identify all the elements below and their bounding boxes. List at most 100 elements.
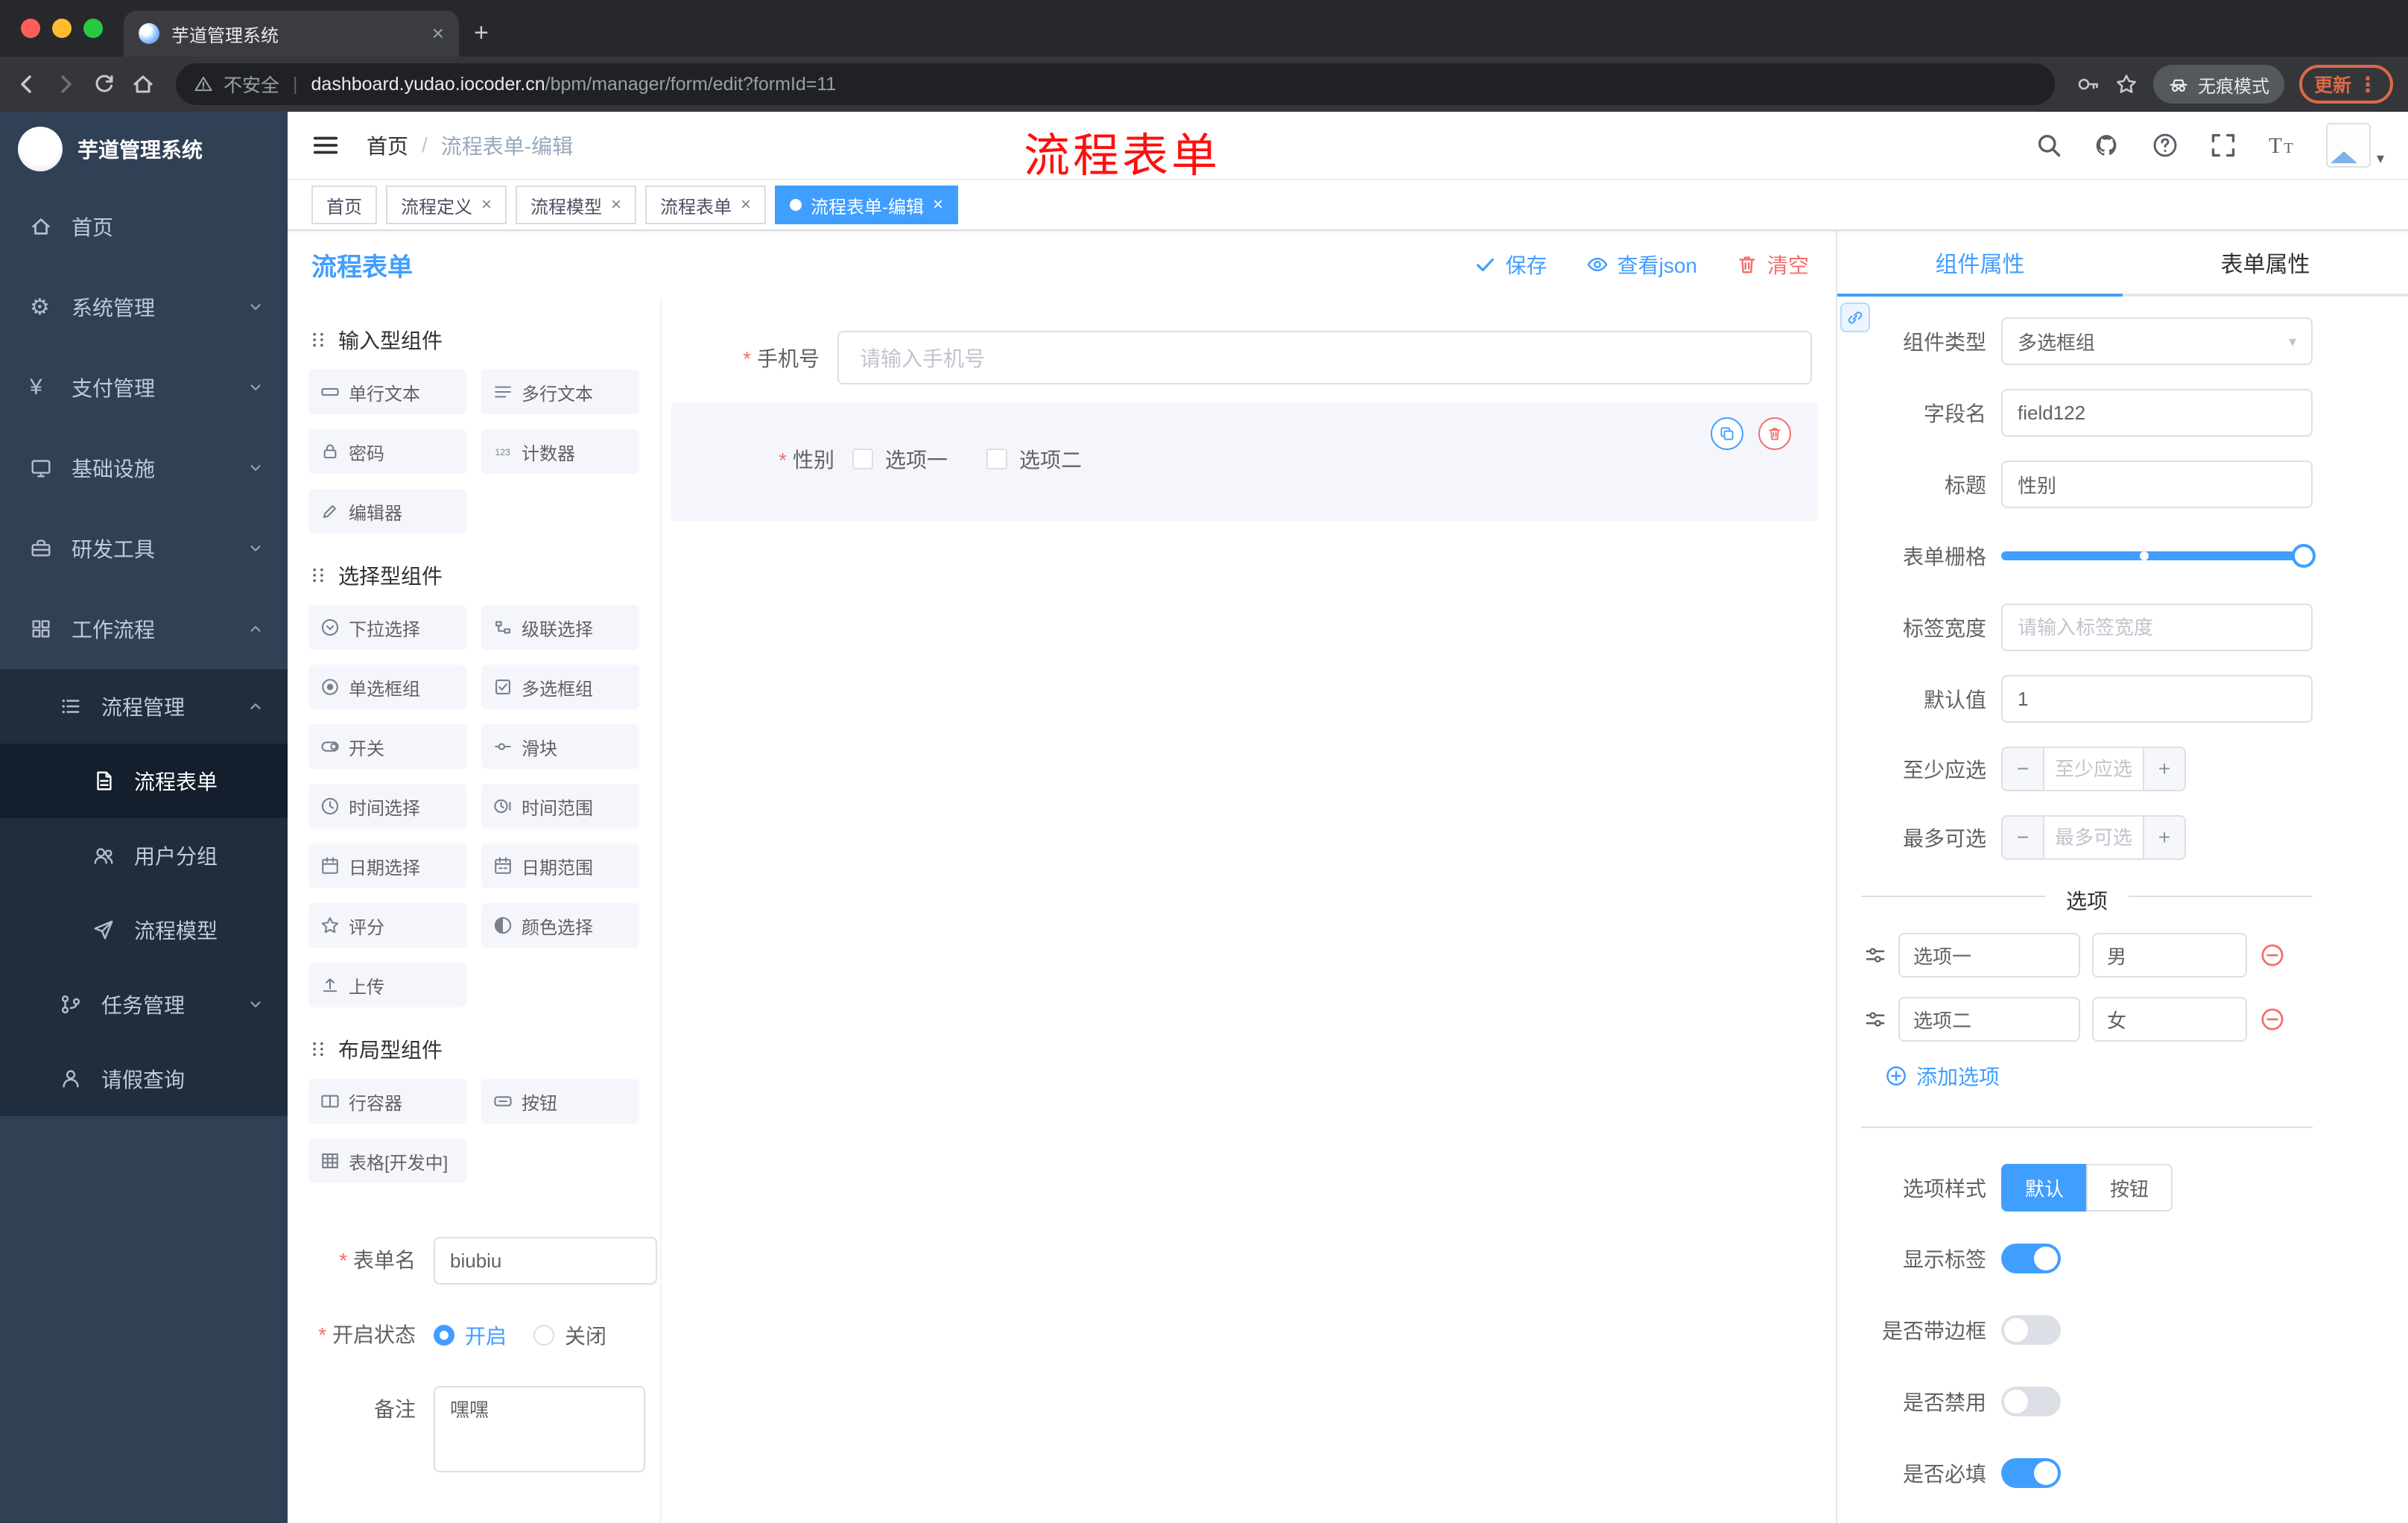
browser-menu-icon[interactable]: ⋮ [2357,72,2378,97]
style-button-button[interactable]: 按钮 [2086,1164,2173,1212]
palette-item-switch[interactable]: 开关 [308,724,466,769]
form-widget-phone[interactable]: 手机号 请输入手机号 [671,328,1818,387]
back-icon[interactable] [15,72,39,96]
window-controls[interactable] [0,19,124,38]
increase-button[interactable]: + [2143,815,2186,860]
default-value-input[interactable] [2001,675,2313,723]
sidebar-item-user-group[interactable]: 用户分组 [0,818,288,893]
forward-icon[interactable] [54,72,77,96]
close-tag-icon[interactable]: × [741,194,751,215]
palette-item-radio-group[interactable]: 单选框组 [308,665,466,709]
form-grid-slider[interactable] [2001,532,2316,580]
option-label-input[interactable] [1898,933,2080,978]
sidebar-item-leave-query[interactable]: 请假查询 [0,1042,288,1116]
palette-item-counter[interactable]: 123 计数器 [481,429,639,474]
tab-form-props[interactable]: 表单属性 [2123,231,2408,294]
close-tab-icon[interactable]: × [432,22,444,45]
password-key-icon[interactable] [2076,72,2100,96]
checkbox-option-2[interactable]: 选项二 [986,444,1082,474]
palette-item-time-picker[interactable]: 时间选择 [308,784,466,829]
close-window-button[interactable] [21,19,40,38]
hamburger-icon[interactable] [311,131,340,159]
tag-process-model[interactable]: 流程模型 × [516,186,637,224]
github-icon[interactable] [2094,132,2120,159]
copy-widget-button[interactable] [1711,417,1743,450]
style-default-button[interactable]: 默认 [2001,1164,2087,1212]
breadcrumb-home[interactable]: 首页 [367,130,408,160]
home-nav-icon[interactable] [131,72,155,96]
url-bar[interactable]: 不安全 | dashboard.yudao.iocoder.cn/bpm/man… [176,63,2055,105]
tab-component-props[interactable]: 组件属性 [1837,231,2123,297]
palette-item-single-text[interactable]: 单行文本 [308,370,466,414]
palette-item-date-picker[interactable]: 日期选择 [308,843,466,888]
increase-button[interactable]: + [2143,747,2186,791]
decrease-button[interactable]: − [2001,815,2044,860]
browser-tab[interactable]: 芋道管理系统 × [124,10,459,57]
fullscreen-icon[interactable] [2210,132,2237,159]
field-name-input[interactable] [2001,389,2313,437]
close-tag-icon[interactable]: × [611,194,621,215]
max-select-input[interactable] [2044,815,2143,860]
component-type-select[interactable]: 多选框组 ▾ [2001,317,2313,365]
palette-item-multi-text[interactable]: 多行文本 [481,370,639,414]
drag-handle-icon[interactable] [1864,1008,1886,1030]
sidebar-item-system-mgmt[interactable]: ⚙ 系统管理 [0,267,288,347]
app-logo[interactable]: 芋道管理系统 [0,112,288,186]
palette-item-cascader[interactable]: 级联选择 [481,605,639,650]
reload-icon[interactable] [92,72,116,96]
checkbox-icon[interactable] [852,449,873,469]
close-tag-icon[interactable]: × [481,194,492,215]
font-size-icon[interactable]: TT [2268,132,2295,159]
bookmark-star-icon[interactable] [2114,72,2138,96]
sidebar-item-dev-tools[interactable]: 研发工具 [0,508,288,589]
view-json-button[interactable]: 查看json [1586,250,1697,279]
phone-input[interactable]: 请输入手机号 [837,331,1812,384]
palette-item-rate[interactable]: 评分 [308,903,466,948]
palette-item-editor[interactable]: 编辑器 [308,489,466,533]
delete-widget-button[interactable] [1758,417,1791,450]
sidebar-item-workflow[interactable]: 工作流程 [0,589,288,669]
help-icon[interactable] [2152,132,2179,159]
sidebar-item-home[interactable]: 首页 [0,186,288,267]
palette-item-table[interactable]: 表格[开发中] [308,1139,466,1183]
radio-icon[interactable] [533,1325,555,1346]
maximize-window-button[interactable] [83,19,103,38]
remove-option-icon[interactable] [2259,1006,2286,1033]
palette-item-checkbox-group[interactable]: 多选框组 [481,665,639,709]
checkbox-icon[interactable] [986,449,1008,469]
option-value-input[interactable] [2092,933,2247,978]
palette-item-button[interactable]: 按钮 [481,1079,639,1124]
status-off-radio[interactable]: 关闭 [533,1320,606,1350]
link-icon[interactable] [1840,303,1870,332]
sidebar-item-task-mgmt[interactable]: 任务管理 [0,967,288,1042]
palette-item-password[interactable]: 密码 [308,429,466,474]
sidebar-item-payment-mgmt[interactable]: ¥ 支付管理 [0,347,288,428]
form-name-input[interactable] [434,1237,657,1285]
decrease-button[interactable]: − [2001,747,2044,791]
form-widget-gender[interactable]: 性别 选项一 选项二 [671,402,1818,522]
tag-process-definition[interactable]: 流程定义 × [386,186,507,224]
toggle-switch-show-label[interactable] [2001,1244,2061,1273]
add-option-button[interactable]: 添加选项 [1885,1061,2313,1091]
option-label-input[interactable] [1898,997,2080,1042]
clear-button[interactable]: 清空 [1736,250,1809,279]
palette-item-date-range[interactable]: 日期范围 [481,843,639,888]
slider-handle[interactable] [2292,544,2316,568]
option-value-input[interactable] [2092,997,2247,1042]
label-width-input[interactable] [2001,604,2313,651]
palette-item-select[interactable]: 下拉选择 [308,605,466,650]
form-remark-textarea[interactable]: 嘿嘿 [434,1386,645,1472]
title-input[interactable] [2001,460,2313,508]
tag-home[interactable]: 首页 [311,186,377,224]
toggle-switch-border[interactable] [2001,1315,2061,1345]
drag-handle-icon[interactable] [1864,944,1886,966]
checkbox-option-1[interactable]: 选项一 [852,444,948,474]
new-tab-button[interactable]: + [474,19,489,48]
palette-item-slider[interactable]: 滑块 [481,724,639,769]
radio-icon[interactable] [434,1325,454,1346]
save-button[interactable]: 保存 [1474,250,1547,279]
min-select-input[interactable] [2044,747,2143,791]
toggle-switch-required[interactable] [2001,1458,2061,1488]
minimize-window-button[interactable] [52,19,72,38]
palette-item-time-range[interactable]: 时间范围 [481,784,639,829]
